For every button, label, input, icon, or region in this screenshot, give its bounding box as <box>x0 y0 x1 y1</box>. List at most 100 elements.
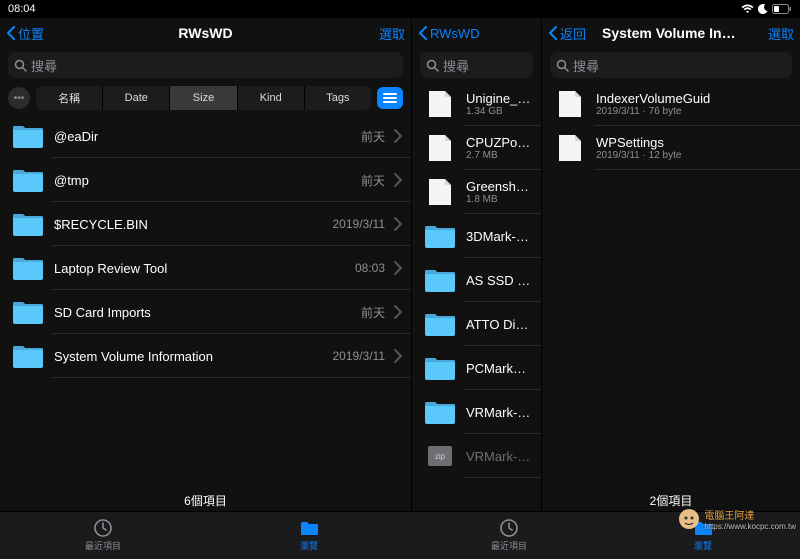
view-toggle-button[interactable] <box>377 87 403 109</box>
tab-recent[interactable]: 最近項目 <box>412 512 606 559</box>
item-name: PCMark8-v2-1 <box>466 361 533 376</box>
item-meta: 1.8 MB <box>466 194 533 205</box>
list-item[interactable]: CPUZPortableT2.7 MB <box>412 126 541 170</box>
folder-icon <box>12 254 44 282</box>
item-date: 2019/3/11 <box>333 349 386 363</box>
file-icon <box>424 134 456 162</box>
nav-bar: 返回 System Volume Information 選取 <box>542 18 800 48</box>
tab-label: 瀏覽 <box>300 539 318 552</box>
tab-recent[interactable]: 最近項目 <box>0 512 206 559</box>
folder-icon <box>424 310 456 338</box>
item-date: 08:03 <box>355 261 385 275</box>
tab-browse[interactable]: 瀏覽 <box>606 512 800 559</box>
chevron-left-icon <box>6 26 16 40</box>
page-title: RWsWD <box>0 25 411 41</box>
back-label: 返回 <box>560 24 586 43</box>
item-name: System Volume Information <box>54 349 327 364</box>
list-item[interactable]: Greenshot-INS1.8 MB <box>412 170 541 214</box>
search-input[interactable]: 搜尋 <box>8 52 403 78</box>
item-list: @eaDir前天 @tmp 前天 $RECYCLE.BIN 2019/3/11 Lapto… <box>0 114 411 486</box>
item-name: ATTO Disk Ben <box>466 317 533 332</box>
item-count: 2個項目 <box>542 486 800 511</box>
folder-icon <box>424 222 456 250</box>
item-date: 前天 <box>361 128 385 145</box>
item-list: Unigine_Superp1.34 GBCPUZPortableT2.7 MB… <box>412 82 541 511</box>
search-icon <box>14 59 27 72</box>
search-icon <box>426 59 439 72</box>
item-name: VRMark-v1-3-2 <box>466 405 533 420</box>
segment-kind[interactable]: Kind <box>237 86 304 110</box>
folder-icon <box>12 210 44 238</box>
list-item[interactable]: 3DMark-v2-5- <box>412 214 541 258</box>
status-right <box>741 4 792 14</box>
item-meta: 2.7 MB <box>466 150 533 161</box>
chevron-right-icon <box>393 217 403 231</box>
tab-browse[interactable]: 瀏覽 <box>206 512 412 559</box>
list-item[interactable]: @tmp 前天 <box>0 158 411 202</box>
list-item[interactable]: SD Card Imports前天 <box>0 290 411 334</box>
segment-date[interactable]: Date <box>102 86 169 110</box>
back-button[interactable]: 返回 <box>548 24 586 43</box>
back-button[interactable]: RWsWD <box>418 26 480 41</box>
status-time: 08:04 <box>8 3 36 15</box>
segment-size[interactable]: Size <box>169 86 236 110</box>
item-name: WPSettings <box>596 135 792 150</box>
pane-left: 位置 RWsWD 選取 搜尋 ••• 名稱 Date Size Kind Tag… <box>0 18 412 511</box>
file-icon <box>554 90 586 118</box>
list-item[interactable]: @eaDir前天 <box>0 114 411 158</box>
item-list: IndexerVolumeGuid2019/3/11 · 76 byteWPSe… <box>542 82 800 486</box>
more-button[interactable]: ••• <box>8 87 30 109</box>
moon-icon <box>758 4 768 14</box>
pane-middle: RWsWD 搜尋 Unigine_Superp1.34 GBCPUZPortab… <box>412 18 542 511</box>
chevron-right-icon <box>393 349 403 363</box>
item-name: Unigine_Superp <box>466 91 533 106</box>
list-item[interactable]: WPSettings2019/3/11 · 12 byte <box>542 126 800 170</box>
segment-name[interactable]: 名稱 <box>36 86 102 110</box>
back-label: RWsWD <box>430 26 480 41</box>
select-button[interactable]: 選取 <box>768 24 794 43</box>
item-date: 前天 <box>361 172 385 189</box>
chevron-right-icon <box>393 129 403 143</box>
folder-icon <box>12 342 44 370</box>
item-name: CPUZPortableT <box>466 135 533 150</box>
search-input[interactable]: 搜尋 <box>550 52 792 78</box>
list-item[interactable]: ATTO Disk Ben <box>412 302 541 346</box>
search-placeholder: 搜尋 <box>31 56 57 75</box>
item-name: 3DMark-v2-5- <box>466 229 533 244</box>
folder-icon <box>12 298 44 326</box>
item-name: SD Card Imports <box>54 305 355 320</box>
list-item[interactable]: PCMark8-v2-1 <box>412 346 541 390</box>
list-item[interactable]: Laptop Review Tool08:03 <box>0 246 411 290</box>
segment-tags[interactable]: Tags <box>304 86 371 110</box>
item-name: Greenshot-INS <box>466 179 533 194</box>
item-name: VRMark-v1-3-2 <box>466 449 533 464</box>
item-meta: 1.34 GB <box>466 106 533 117</box>
list-item[interactable]: Unigine_Superp1.34 GB <box>412 82 541 126</box>
item-name: @tmp <box>54 173 355 188</box>
back-label: 位置 <box>18 24 44 43</box>
list-item[interactable]: AS SSD Bench <box>412 258 541 302</box>
item-date: 2019/3/11 <box>333 217 386 231</box>
folder-icon <box>12 166 44 194</box>
folder-icon <box>694 519 712 537</box>
clock-icon <box>94 519 112 537</box>
item-name: AS SSD Bench <box>466 273 533 288</box>
select-button[interactable]: 選取 <box>379 24 405 43</box>
list-item[interactable]: System Volume Information 2019/3/11 <box>0 334 411 378</box>
list-item[interactable]: VRMark-v1-3-2 <box>412 390 541 434</box>
status-bar: 08:04 <box>0 0 800 18</box>
file-icon <box>424 178 456 206</box>
tab-label: 瀏覽 <box>694 539 712 552</box>
list-item[interactable]: $RECYCLE.BIN 2019/3/11 <box>0 202 411 246</box>
search-input[interactable]: 搜尋 <box>420 52 533 78</box>
item-name: $RECYCLE.BIN <box>54 217 327 232</box>
sort-segments: 名稱 Date Size Kind Tags <box>36 86 371 110</box>
chevron-right-icon <box>393 261 403 275</box>
tab-label: 最近項目 <box>85 539 121 552</box>
item-meta: 2019/3/11 · 12 byte <box>596 150 792 161</box>
tab-label: 最近項目 <box>491 539 527 552</box>
back-button[interactable]: 位置 <box>6 24 44 43</box>
pane-right: 返回 System Volume Information 選取 搜尋 Index… <box>542 18 800 511</box>
list-item[interactable]: IndexerVolumeGuid2019/3/11 · 76 byte <box>542 82 800 126</box>
list-item[interactable]: VRMark-v1-3-2 <box>412 434 541 478</box>
